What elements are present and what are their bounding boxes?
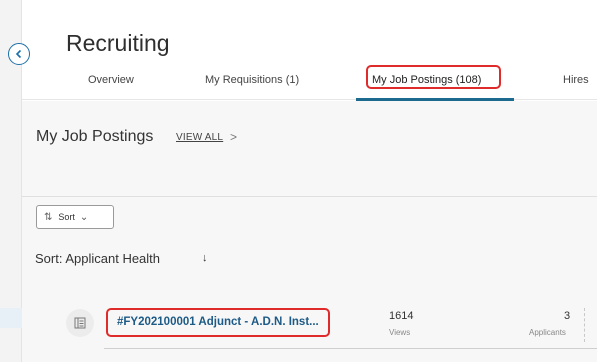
chevron-left-icon	[15, 49, 22, 59]
job-posting-title-link[interactable]: #FY202100001 Adjunct - A.D.N. Inst...	[117, 316, 319, 328]
tab-hires[interactable]: Hires	[563, 74, 589, 86]
section-divider	[22, 196, 597, 197]
chevron-right-icon: >	[230, 130, 238, 144]
sort-arrows-icon: ⇅	[44, 211, 53, 223]
view-all-link[interactable]: VIEW ALL	[176, 132, 223, 143]
sort-label: Sort: Applicant Health	[35, 251, 161, 266]
sort-direction-icon[interactable]: ↓	[202, 252, 208, 264]
tab-overview[interactable]: Overview	[88, 74, 134, 86]
applicants-label: Applicants	[529, 328, 566, 337]
list-icon	[74, 317, 86, 329]
views-count: 1614	[389, 310, 414, 322]
tab-my-requisitions[interactable]: My Requisitions (1)	[205, 74, 299, 86]
nav-highlight	[0, 308, 22, 328]
section-title: My Job Postings	[36, 128, 154, 145]
posting-icon	[66, 309, 94, 337]
sort-button-label: Sort	[58, 212, 75, 222]
collapse-nav-button[interactable]	[8, 43, 30, 65]
chevron-down-icon: ⌄	[79, 211, 89, 223]
column-separator	[584, 308, 585, 342]
content-panel: My Job Postings VIEW ALL > ⇅ Sort ⌄ Sort…	[22, 101, 597, 362]
tab-bar: Overview My Requisitions (1) My Job Post…	[22, 65, 597, 101]
page-header: Recruiting Overview My Requisitions (1) …	[22, 0, 597, 101]
tab-my-job-postings[interactable]: My Job Postings (108)	[372, 74, 481, 86]
views-label: Views	[389, 328, 411, 337]
applicants-count[interactable]: 3	[564, 310, 570, 322]
page-title: Recruiting	[66, 30, 170, 56]
sort-button[interactable]: ⇅ Sort ⌄	[36, 205, 114, 229]
